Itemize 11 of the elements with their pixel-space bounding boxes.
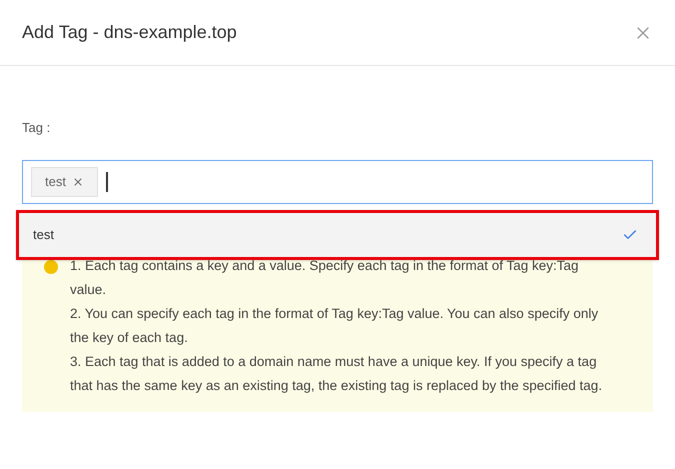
field-label: Tag : xyxy=(22,119,52,137)
tag-chip: test xyxy=(31,166,98,196)
notice-text: 1. Each tag contains a key and a value. Specify each tag in the format of Tag key:Tag value. xyxy=(70,256,580,298)
notice-text: 3. Each tag that is added to a domain name must have a unique key. If you specify a tag that has the same key as an existing tag, the existing tag is replaced by the specified tag. xyxy=(70,352,604,395)
remove-icon[interactable] xyxy=(72,176,84,188)
dialog-title: Add Tag - dns-example.top xyxy=(22,21,237,44)
dropdown-option[interactable]: test xyxy=(19,212,656,256)
notice-text: 2. You can specify each tag in the format of Tag key:Tag value. You can also specify only the key of each tag. xyxy=(70,304,600,347)
tag-input-field[interactable]: test xyxy=(22,160,653,204)
info-icon xyxy=(44,260,58,274)
text-cursor xyxy=(106,172,108,192)
